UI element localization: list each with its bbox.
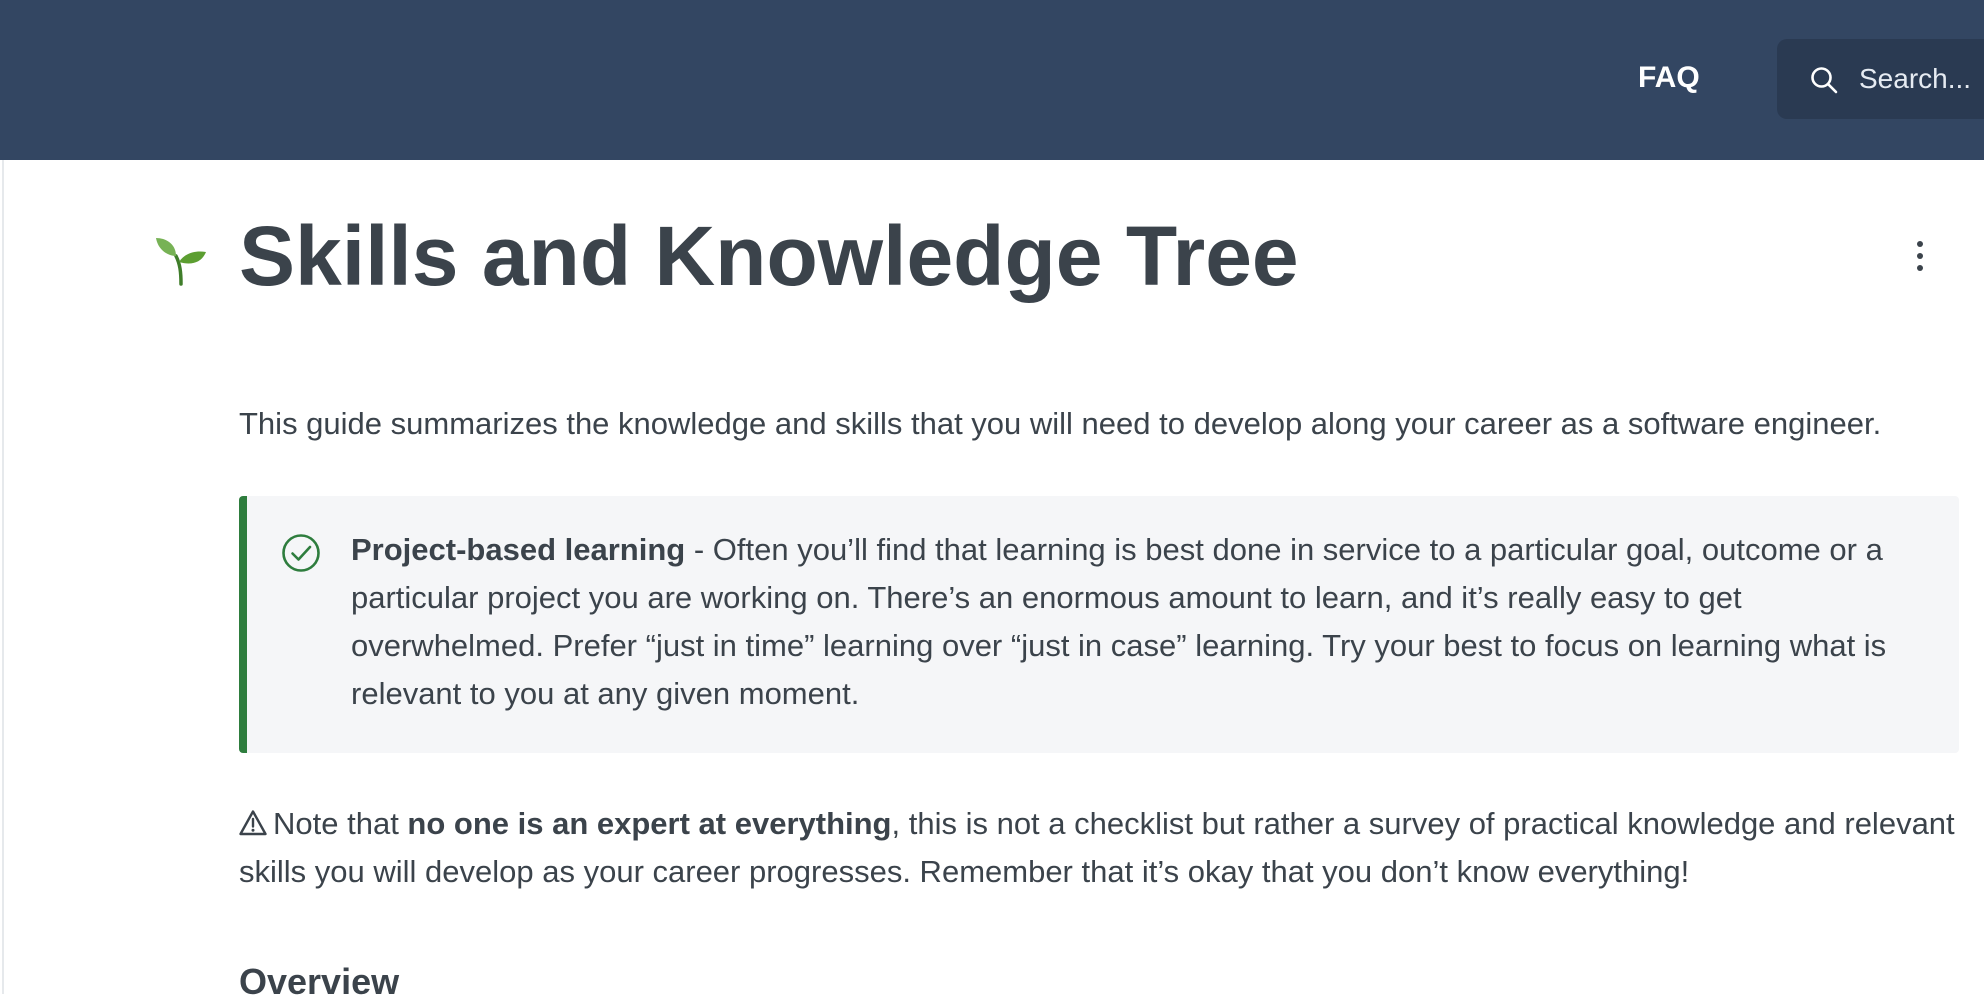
intro-paragraph: This guide summarizes the knowledge and … (239, 406, 1882, 441)
callout-title: Project-based learning (351, 532, 686, 567)
warning-icon (239, 810, 267, 836)
top-navigation-bar: FAQ Search... (0, 0, 1984, 160)
search-icon (1811, 67, 1838, 94)
callout-project-based-learning: Project-based learning - Often you’ll fi… (239, 496, 1959, 753)
seedling-emoji-icon (156, 238, 206, 286)
section-heading-overview: Overview (239, 961, 400, 1002)
faq-link[interactable]: FAQ (1638, 58, 1700, 98)
page-title: Skills and Knowledge Tree (239, 209, 1299, 303)
content-left-border (2, 160, 4, 994)
search-placeholder: Search... (1859, 63, 1972, 94)
callout-text: Project-based learning - Often you’ll fi… (351, 526, 1941, 718)
note-prefix: Note that (273, 806, 408, 841)
check-circle-icon (282, 534, 320, 572)
note-paragraph: Note that no one is an expert at everyth… (239, 800, 1959, 896)
more-options-button[interactable] (1906, 236, 1934, 276)
note-emphasis: no one is an expert at everything (407, 806, 892, 841)
search-box[interactable]: Search... (1777, 39, 1984, 119)
